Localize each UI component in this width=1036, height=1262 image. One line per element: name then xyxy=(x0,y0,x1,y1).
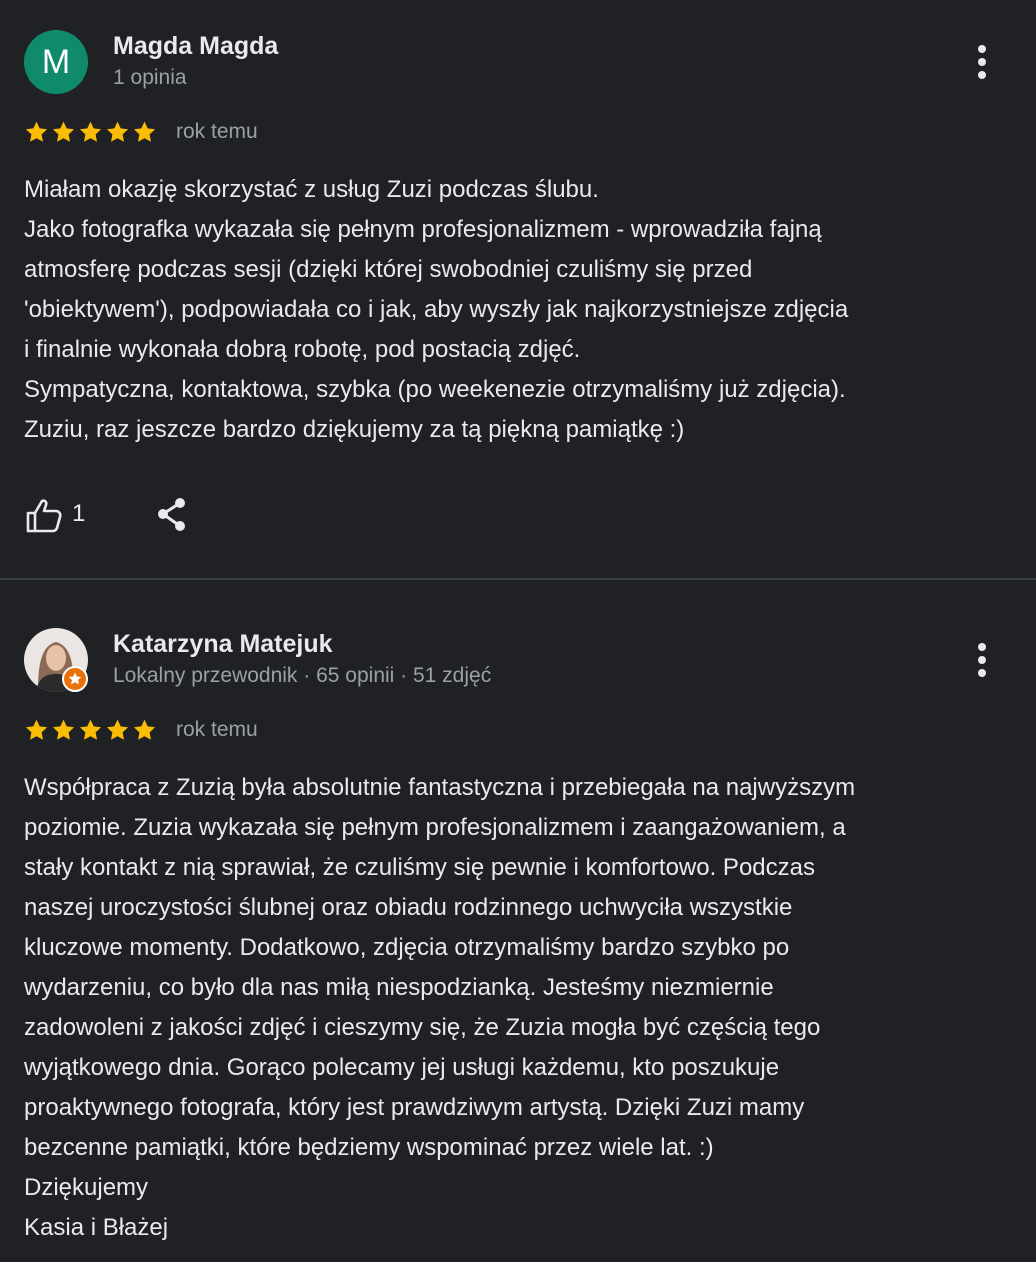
local-guide-badge-icon xyxy=(62,666,88,692)
review-text-line: bezcenne pamiątki, które będziemy wspomi… xyxy=(24,1134,714,1161)
star-icon xyxy=(52,121,75,142)
review-text-line: Zuziu, raz jeszcze bardzo dziękujemy za … xyxy=(24,416,685,443)
review-text-line: i finalnie wykonała dobrą robotę, pod po… xyxy=(24,336,581,363)
star-icon xyxy=(106,121,129,142)
review-card: M Magda Magda 1 opinia rok temu Miałam o… xyxy=(0,0,1036,578)
star-icon xyxy=(133,121,156,142)
review-text-line: Współpraca z Zuzią była absolutnie fanta… xyxy=(24,774,856,801)
review-text-line: naszej uroczystości ślubnej oraz obiadu … xyxy=(24,894,793,921)
star-icon xyxy=(133,719,156,740)
reviewer-meta: Lokalny przewodnik · 65 opinii · 51 zdję… xyxy=(113,664,492,687)
star-rating xyxy=(24,120,157,144)
review-text-line: Sympatyczna, kontaktowa, szybka (po week… xyxy=(24,376,846,403)
review-date: rok temu xyxy=(176,120,258,143)
review-card: Katarzyna Matejuk Lokalny przewodnik · 6… xyxy=(0,580,1036,1262)
star-rating xyxy=(24,718,157,742)
like-count: 1 xyxy=(72,500,86,527)
review-text-line: Dziękujemy xyxy=(24,1174,149,1201)
share-icon[interactable] xyxy=(152,494,192,536)
review-text-line: kluczowe momenty. Dodatkowo, zdjęcia otr… xyxy=(24,934,790,961)
reviewer-name[interactable]: Magda Magda xyxy=(113,32,278,61)
review-text-line: wydarzeniu, co było dla nas miłą niespod… xyxy=(24,974,774,1001)
review-text-line: 'obiektywem'), podpowiadała co i jak, ab… xyxy=(24,296,849,323)
reviewer-meta: 1 opinia xyxy=(113,66,187,89)
star-icon xyxy=(25,719,48,740)
review-text-line: stały kontakt z nią sprawiał, że czuliśm… xyxy=(24,854,815,881)
review-text-line: wyjątkowego dnia. Gorąco polecamy jej us… xyxy=(24,1054,780,1081)
review-text-line: proaktywnego fotografa, który jest prawd… xyxy=(24,1094,805,1121)
review-text-line: Miałam okazję skorzystać z usług Zuzi po… xyxy=(24,176,599,203)
review-date: rok temu xyxy=(176,718,258,741)
star-icon xyxy=(52,719,75,740)
star-icon xyxy=(79,121,102,142)
review-text-line: zadowoleni z jakości zdjęć i cieszymy si… xyxy=(24,1014,821,1041)
thumbs-up-icon[interactable] xyxy=(24,496,64,536)
star-icon xyxy=(79,719,102,740)
star-icon xyxy=(106,719,129,740)
star-icon xyxy=(25,121,48,142)
review-text-line: atmosferę podczas sesji (dzięki której s… xyxy=(24,256,753,283)
review-text-line: Kasia i Błażej xyxy=(24,1214,169,1241)
review-text-line: poziomie. Zuzia wykazała się pełnym prof… xyxy=(24,814,846,841)
avatar[interactable] xyxy=(24,628,88,692)
more-vert-icon[interactable] xyxy=(966,640,998,680)
review-text: Współpraca z Zuzią była absolutnie fanta… xyxy=(24,768,1014,1248)
reviewer-name[interactable]: Katarzyna Matejuk xyxy=(113,630,333,659)
avatar[interactable]: M xyxy=(24,30,88,94)
review-text-line: Jako fotografka wykazała się pełnym prof… xyxy=(24,216,822,243)
more-vert-icon[interactable] xyxy=(966,42,998,82)
review-text: Miałam okazję skorzystać z usług Zuzi po… xyxy=(24,170,1014,450)
